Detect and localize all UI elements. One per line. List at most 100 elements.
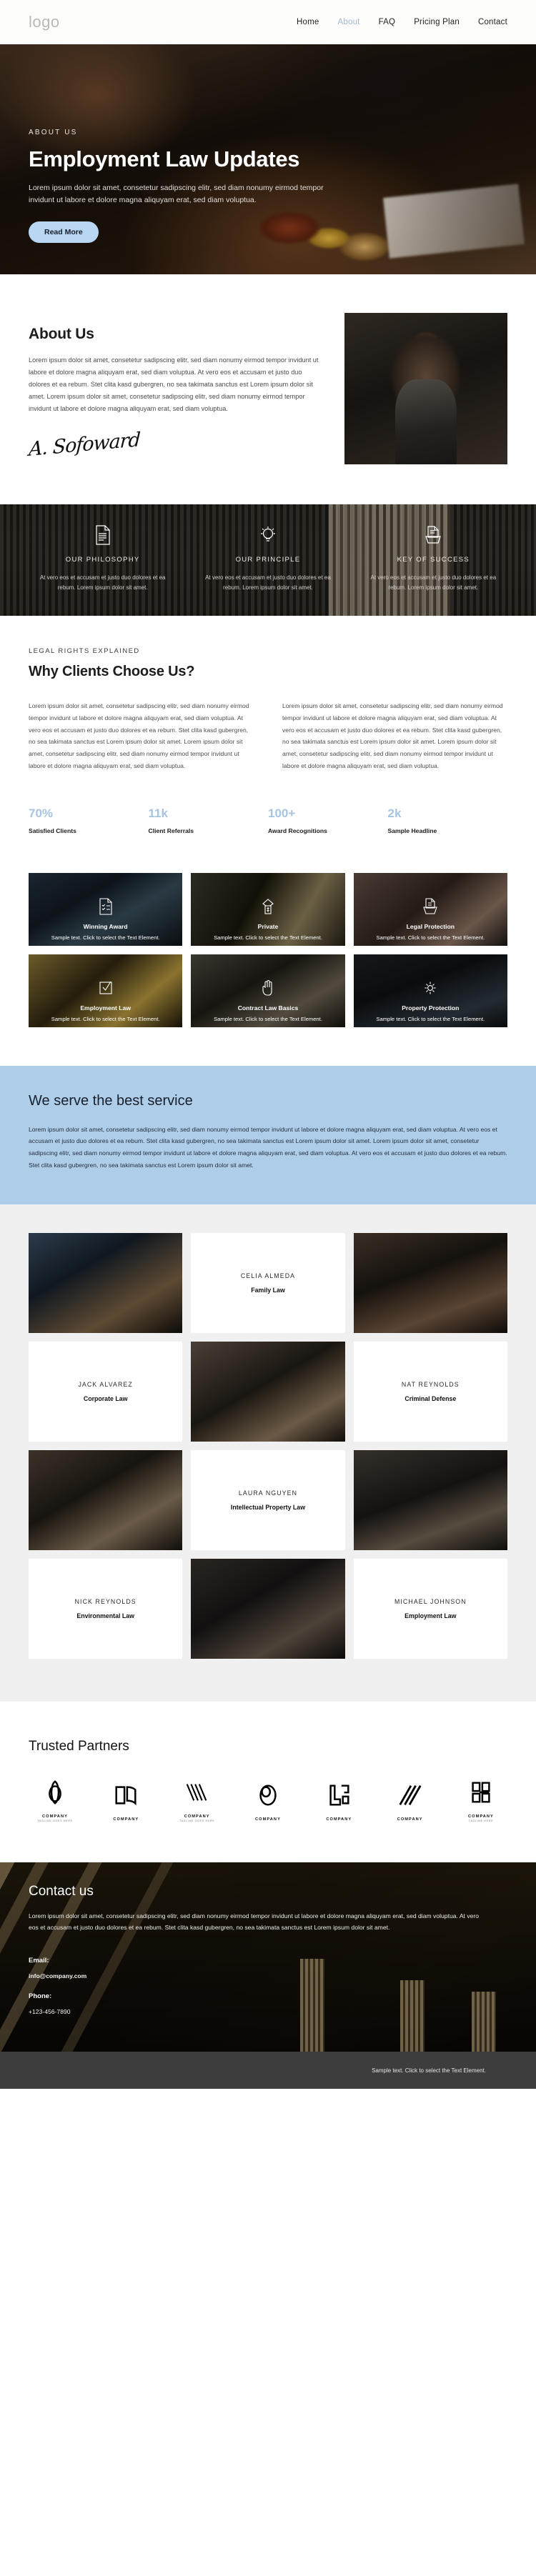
member-role: Family Law xyxy=(251,1286,285,1294)
team-row-1: CELIA ALMEDA Family Law xyxy=(29,1232,507,1333)
partners-section: Trusted Partners COMPANY TAGLINE GOES HE… xyxy=(0,1701,536,1862)
partner-tagline: TAGLINE GOES HERE xyxy=(37,1819,73,1822)
contact-paragraph: Lorem ipsum dolor sit amet, consetetur s… xyxy=(29,1912,480,1931)
page-title: Employment Law Updates xyxy=(29,146,300,171)
service-title: Legal Protection xyxy=(406,922,455,930)
serve-section: We serve the best service Lorem ipsum do… xyxy=(0,1065,536,1204)
about-section: About Us Lorem ipsum dolor sit amet, con… xyxy=(0,274,536,504)
stat-label: Client Referrals xyxy=(148,827,194,834)
team-photo xyxy=(191,1341,345,1442)
partner-name: COMPANY xyxy=(113,1817,139,1822)
team-photo xyxy=(191,1558,345,1659)
stat-award-recognitions: 100+ Award Recognitions xyxy=(268,807,388,834)
contact-content: Contact us Lorem ipsum dolor sit amet, c… xyxy=(0,1862,536,2015)
service-title: Private xyxy=(257,922,279,930)
document-lines-icon xyxy=(20,523,185,547)
contact-section: Contact us Lorem ipsum dolor sit amet, c… xyxy=(0,1862,536,2052)
phone-value[interactable]: +123-456-7890 xyxy=(29,2008,507,2015)
feature-text: At vero eos et accusam et justo duo dolo… xyxy=(205,574,331,591)
team-row-4: NICK REYNOLDS Environmental Law MICHAEL … xyxy=(29,1558,507,1659)
partner-logo-3[interactable]: COMPANY TAGLINE GOES HERE xyxy=(171,1779,224,1822)
stat-label: Satisfied Clients xyxy=(29,827,76,834)
why-columns: Lorem ipsum dolor sit amet, consetetur s… xyxy=(29,700,507,772)
checklist-document-icon xyxy=(98,897,114,919)
open-book-logo xyxy=(115,1785,137,1805)
service-tile-contract-law-basics[interactable]: Contract Law Basics Sample text. Click t… xyxy=(191,954,345,1027)
partner-name: COMPANY xyxy=(468,1814,494,1819)
hero-description: Lorem ipsum dolor sit amet, consetetur s… xyxy=(29,184,324,205)
partner-name: COMPANY xyxy=(326,1817,352,1822)
member-name: MICHAEL JOHNSON xyxy=(394,1597,467,1605)
logo[interactable]: logo xyxy=(29,13,60,31)
feature-text: At vero eos et accusam et justo duo dolo… xyxy=(370,574,497,591)
service-tile-property-protection[interactable]: Property Protection Sample text. Click t… xyxy=(353,954,507,1027)
stat-number: 70% xyxy=(29,806,54,820)
email-value[interactable]: info@company.com xyxy=(29,1972,507,1980)
team-member-nick-reynolds[interactable]: NICK REYNOLDS Environmental Law xyxy=(29,1558,183,1659)
hero-content: ABOUT US Employment Law Updates Lorem ip… xyxy=(0,44,536,243)
feature-title: KEY OF SUCCESS xyxy=(397,556,470,564)
team-member-nat-reynolds[interactable]: NAT REYNOLDS Criminal Defense xyxy=(353,1341,507,1442)
partner-logo-4[interactable]: COMPANY xyxy=(242,1782,294,1823)
team-member-celia-almeda[interactable]: CELIA ALMEDA Family Law xyxy=(191,1232,345,1333)
main-nav: Home About FAQ Pricing Plan Contact xyxy=(297,18,507,26)
partner-logo-6[interactable]: COMPANY xyxy=(384,1782,437,1823)
nav-item-faq[interactable]: FAQ xyxy=(379,18,396,26)
services-grid-row-1: Winning Award Sample text. Click to sele… xyxy=(29,872,507,946)
service-tile-private[interactable]: Private Sample text. Click to select the… xyxy=(191,872,345,946)
partner-logo-1[interactable]: COMPANY TAGLINE GOES HERE xyxy=(29,1779,81,1822)
nav-item-home[interactable]: Home xyxy=(297,18,319,26)
service-tile-winning-award[interactable]: Winning Award Sample text. Click to sele… xyxy=(29,872,183,946)
feature-item-philosophy: OUR PHILOSOPHY At vero eos et accusam et… xyxy=(20,523,185,594)
why-eyebrow: LEGAL RIGHTS EXPLAINED xyxy=(29,647,140,655)
ring-knot-logo xyxy=(49,1779,61,1804)
nav-item-about[interactable]: About xyxy=(338,18,360,26)
service-subtitle: Sample text. Click to select the Text El… xyxy=(376,1015,485,1022)
why-choose-us-section: LEGAL RIGHTS EXPLAINED Why Clients Choos… xyxy=(0,616,536,772)
partner-logo-2[interactable]: COMPANY xyxy=(99,1782,152,1823)
site-footer: Sample text. Click to select the Text El… xyxy=(0,2052,536,2089)
team-photo xyxy=(353,1232,507,1333)
service-tile-employment-law[interactable]: Employment Law Sample text. Click to sel… xyxy=(29,954,183,1027)
service-tile-legal-protection[interactable]: Legal Protection Sample text. Click to s… xyxy=(353,872,507,946)
stat-number: 2k xyxy=(387,806,402,820)
team-member-laura-nguyen[interactable]: LAURA NGUYEN Intellectual Property Law xyxy=(191,1449,345,1550)
features-row: OUR PHILOSOPHY At vero eos et accusam et… xyxy=(0,504,536,594)
team-member-michael-johnson[interactable]: MICHAEL JOHNSON Employment Law xyxy=(353,1558,507,1659)
chevron-v-logo xyxy=(186,1783,207,1801)
why-column-left: Lorem ipsum dolor sit amet, consetetur s… xyxy=(29,702,249,769)
member-name: NAT REYNOLDS xyxy=(401,1380,460,1388)
stat-label: Award Recognitions xyxy=(268,827,327,834)
stat-client-referrals: 11k Client Referrals xyxy=(149,807,269,834)
partner-logo-7[interactable]: COMPANY TAGLINE HERE xyxy=(455,1779,507,1822)
hero-eyebrow: ABOUT US xyxy=(29,129,78,136)
member-name: CELIA ALMEDA xyxy=(240,1272,296,1279)
partner-name: COMPANY xyxy=(397,1817,423,1822)
nav-item-pricing-plan[interactable]: Pricing Plan xyxy=(414,18,460,26)
stat-satisfied-clients: 70% Satisfied Clients xyxy=(29,807,149,834)
services-grid: Winning Award Sample text. Click to sele… xyxy=(0,863,536,1066)
email-label: Email: xyxy=(29,1956,49,1965)
service-title: Property Protection xyxy=(402,1004,460,1012)
feature-text: At vero eos et accusam et justo duo dolo… xyxy=(39,574,166,591)
about-text-column: About Us Lorem ipsum dolor sit amet, con… xyxy=(28,313,320,461)
partner-tagline: TAGLINE GOES HERE xyxy=(179,1819,215,1822)
serve-heading: We serve the best service xyxy=(29,1092,193,1109)
team-section: CELIA ALMEDA Family Law JACK ALVAREZ Cor… xyxy=(0,1204,536,1702)
feature-item-key-of-success: KEY OF SUCCESS At vero eos et accusam et… xyxy=(351,523,516,594)
about-portrait-image xyxy=(344,313,507,464)
member-role: Environmental Law xyxy=(76,1612,134,1619)
partner-name: COMPANY xyxy=(184,1814,210,1819)
partner-logo-5[interactable]: COMPANY xyxy=(312,1782,365,1823)
service-title: Employment Law xyxy=(80,1004,131,1012)
service-title: Winning Award xyxy=(83,922,128,930)
about-paragraph: Lorem ipsum dolor sit amet, consetetur s… xyxy=(29,356,319,413)
feature-item-principle: OUR PRINCIPLE At vero eos et accusam et … xyxy=(185,523,350,594)
member-role: Corporate Law xyxy=(83,1394,128,1402)
service-subtitle: Sample text. Click to select the Text El… xyxy=(214,1015,322,1022)
nav-item-contact[interactable]: Contact xyxy=(478,18,507,26)
team-member-jack-alvarez[interactable]: JACK ALVAREZ Corporate Law xyxy=(29,1341,183,1442)
service-title: Contract Law Basics xyxy=(237,1004,299,1012)
page-root: logo Home About FAQ Pricing Plan Contact… xyxy=(0,0,536,2089)
read-more-button[interactable]: Read More xyxy=(29,221,99,243)
